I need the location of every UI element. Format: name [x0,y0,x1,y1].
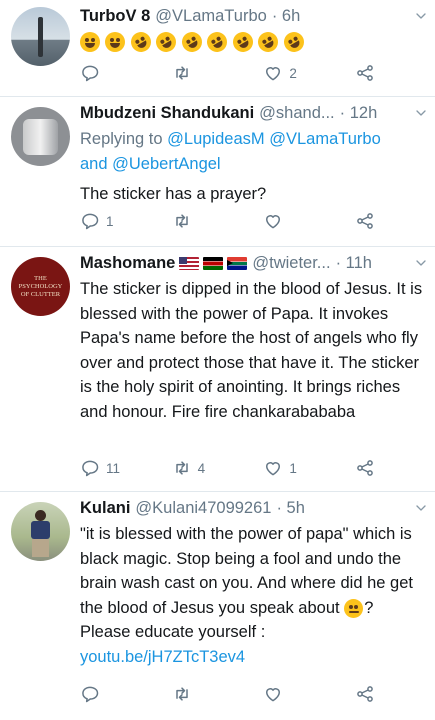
user-handle[interactable]: @Kulani47099261 [135,497,271,519]
heart-icon [263,63,283,83]
display-name[interactable]: Mbudzeni Shandukani [80,102,254,124]
share-button[interactable] [355,684,375,704]
rolling-on-the-floor-laughing-icon [229,28,257,56]
face-with-tears-of-joy-icon [80,32,100,52]
retweet-count: 4 [197,460,206,476]
tweet-text: The sticker is dipped in the blood of Je… [80,280,423,421]
rolling-on-the-floor-laughing-icon [127,28,155,56]
face-with-tears-of-joy-icon [105,32,126,52]
reply-button[interactable]: 11 [80,458,130,478]
rolling-on-the-floor-laughing-icon [178,28,206,56]
retweet-icon [172,684,192,704]
user-handle[interactable]: @twieter... [252,252,330,274]
mention-link[interactable]: @LupideasM [167,130,264,148]
us-flag-icon [179,256,200,270]
share-button[interactable] [355,458,375,478]
display-name[interactable]: Kulani [80,497,130,519]
reply-button[interactable] [80,63,130,83]
tweet[interactable]: Kulani @Kulani47099261 · 5h "it is bless… [0,492,435,720]
share-icon [355,458,375,478]
timestamp[interactable]: · 12h [340,102,378,124]
heart-icon [263,211,283,231]
timestamp[interactable]: · 6h [272,5,300,27]
avatar[interactable] [11,502,70,561]
tweet[interactable]: Mbudzeni Shandukani @shand... · 12h Repl… [0,97,435,247]
retweet-icon [172,458,192,478]
mention-link[interactable]: @UebertAngel [112,155,220,173]
reply-count: 11 [106,460,121,476]
kenya-flag-icon [203,256,224,270]
retweet-icon [172,211,192,231]
reply-icon [80,684,100,704]
rolling-on-the-floor-laughing-icon [254,28,282,56]
retweet-button[interactable]: 4 [172,458,222,478]
retweet-icon [172,63,192,83]
retweet-button[interactable] [172,684,222,704]
like-button[interactable]: 1 [263,458,313,478]
like-count: 1 [289,460,297,476]
reply-button[interactable]: 1 [80,211,130,231]
share-icon [355,63,375,83]
south-africa-flag-icon [227,256,248,270]
youtube-link[interactable]: youtu.be/jH7ZTcT3ev4 [80,648,245,666]
avatar[interactable]: THE PSYCHOLOGY OF CLUTTER [11,257,70,316]
avatar[interactable] [11,107,70,166]
like-button[interactable]: 2 [263,63,313,83]
emoji-row [80,28,425,56]
user-handle[interactable]: @VLamaTurbo [155,5,267,27]
heart-icon [263,684,283,704]
retweet-button[interactable] [172,211,222,231]
reply-count: 1 [106,213,114,229]
display-name[interactable]: TurboV 8 [80,5,150,27]
reply-icon [80,211,100,231]
avatar[interactable] [11,7,70,66]
like-button[interactable] [263,211,313,231]
tweet-text: "it is blessed with the power of papa" w… [80,525,413,666]
tweet[interactable]: TurboV 8 @VLamaTurbo · 6h 2 [0,0,435,97]
tweet-text: The sticker has a prayer? [80,185,267,203]
display-name[interactable]: Mashomane [80,252,175,274]
reply-icon [80,458,100,478]
mention-link[interactable]: @VLamaTurbo [269,130,381,148]
rolling-on-the-floor-laughing-icon [279,28,308,56]
person-silhouette-icon [38,17,43,57]
rolling-on-the-floor-laughing-icon [203,28,231,56]
thinking-face-icon [344,598,364,618]
tweet[interactable]: THE PSYCHOLOGY OF CLUTTER Mashomane @twi… [0,247,435,492]
timestamp[interactable]: · 5h [276,497,304,519]
share-icon [355,211,375,231]
replying-to: Replying to @LupideasM @VLamaTurbo and @… [80,130,381,173]
user-handle[interactable]: @shand... [259,102,334,124]
retweet-button[interactable] [172,63,222,83]
reply-icon [80,63,100,83]
reply-button[interactable] [80,684,130,704]
like-button[interactable] [263,684,313,704]
heart-icon [263,458,283,478]
like-count: 2 [289,65,297,81]
share-button[interactable] [355,211,375,231]
rolling-on-the-floor-laughing-icon [152,28,181,56]
share-icon [355,684,375,704]
share-button[interactable] [355,63,375,83]
timestamp[interactable]: · 11h [336,252,372,274]
